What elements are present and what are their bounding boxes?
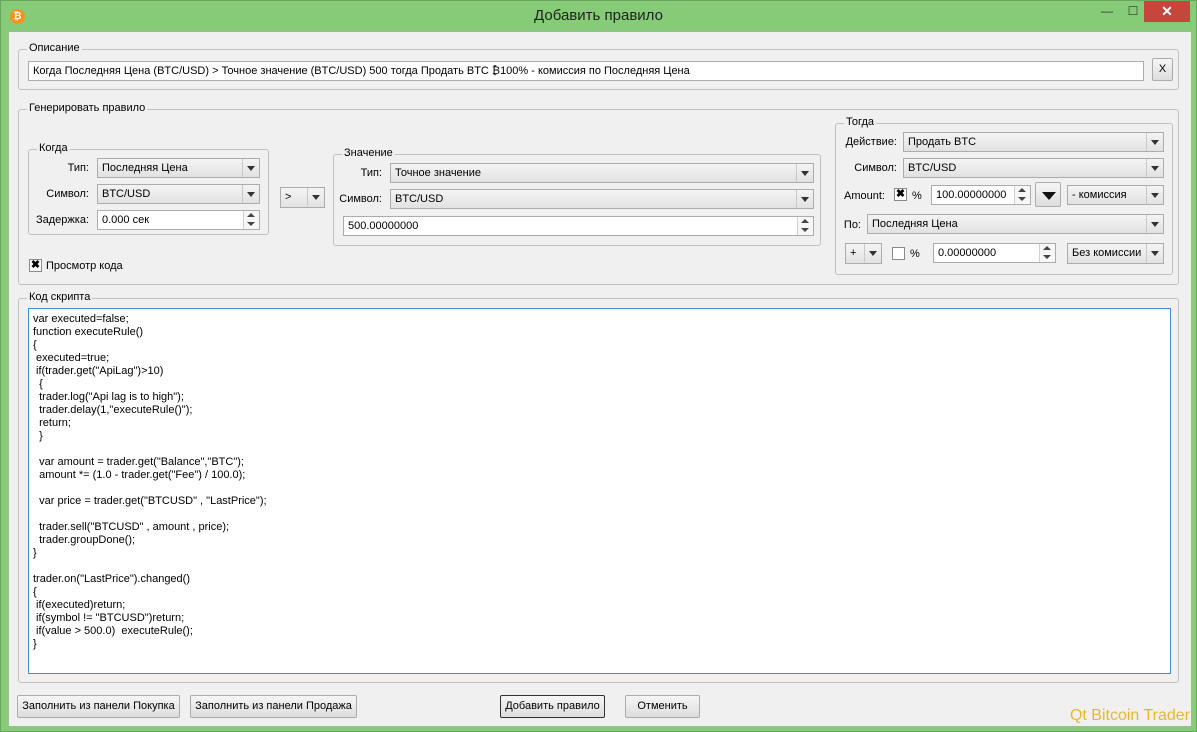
offset-percent-checkbox[interactable] <box>892 247 905 260</box>
title-bar: ₿ Добавить правило — ☐ ✕ <box>1 1 1196 31</box>
spin-arrows-icon[interactable] <box>1039 244 1055 262</box>
value-amount-spinbox[interactable]: 500.00000000 <box>343 216 814 236</box>
value-amount-value: 500.00000000 <box>348 220 419 232</box>
value-group-label: Значение <box>342 147 395 159</box>
value-group: Значение Тип: Точное значение Символ: BT… <box>333 147 821 246</box>
generate-rule-group: Генерировать правило Когда Тип: Последня… <box>18 102 1179 285</box>
fee-mode-select[interactable]: - комиссия <box>1067 185 1164 205</box>
spin-arrows-icon[interactable] <box>1014 186 1030 204</box>
when-symbol-label: Символ: <box>46 188 89 200</box>
chevron-down-icon <box>1146 159 1163 177</box>
when-symbol-value: BTC/USD <box>102 188 151 200</box>
then-symbol-label: Символ: <box>854 162 897 174</box>
offset-sign-value: + <box>850 247 857 259</box>
value-symbol-label: Символ: <box>339 193 382 205</box>
description-group: Описание Когда Последняя Цена (BTC/USD) … <box>18 42 1179 90</box>
generate-rule-group-label: Генерировать правило <box>27 102 148 114</box>
then-by-label: По: <box>843 219 861 231</box>
operator-value: > <box>285 191 292 203</box>
when-delay-label: Задержка: <box>35 214 89 226</box>
chevron-down-icon <box>1146 215 1163 233</box>
when-delay-spinbox[interactable]: 0.000 сек <box>97 210 260 230</box>
description-group-label: Описание <box>27 42 82 54</box>
then-symbol-value: BTC/USD <box>908 162 957 174</box>
chevron-down-icon <box>1146 133 1163 151</box>
maximize-button[interactable]: ☐ <box>1120 1 1146 22</box>
chevron-down-icon <box>242 159 259 177</box>
value-type-label: Тип: <box>360 167 382 179</box>
offset-percent-sign: % <box>910 248 920 260</box>
spin-arrows-icon[interactable] <box>797 217 813 235</box>
description-field[interactable]: Когда Последняя Цена (BTC/USD) > Точное … <box>28 61 1144 81</box>
when-symbol-select[interactable]: BTC/USD <box>97 184 260 204</box>
fill-from-sell-panel-button[interactable]: Заполнить из панели Продажа <box>190 695 357 718</box>
clear-description-button[interactable]: X <box>1152 58 1173 81</box>
script-code-group-label: Код скрипта <box>27 291 93 303</box>
then-action-value: Продать BTC <box>908 136 977 148</box>
then-action-label: Действие: <box>845 136 897 148</box>
qt-bitcoin-trader-logo: Qt Bitcoin Trader <box>1069 707 1190 724</box>
script-code-editor[interactable]: var executed=false; function executeRule… <box>28 308 1171 674</box>
minimize-button[interactable]: — <box>1094 1 1120 22</box>
amount-percent-checkbox[interactable]: ✖ <box>894 188 907 201</box>
dialog-window: ₿ Добавить правило — ☐ ✕ Описание Когда … <box>0 0 1197 732</box>
preview-code-checkbox[interactable]: ✖ <box>29 259 42 272</box>
operator-select[interactable]: > <box>280 187 325 208</box>
when-type-select[interactable]: Последняя Цена <box>97 158 260 178</box>
preview-code-label: Просмотр кода <box>46 260 123 272</box>
chevron-down-icon <box>796 190 813 208</box>
value-symbol-select[interactable]: BTC/USD <box>390 189 814 209</box>
then-amount-spinbox[interactable]: 100.00000000 <box>931 185 1031 205</box>
chevron-down-icon <box>307 188 324 206</box>
offset-sign-select[interactable]: + <box>845 243 882 264</box>
spin-arrows-icon[interactable] <box>243 211 259 229</box>
price-offset-spinbox[interactable]: 0.00000000 <box>933 243 1056 263</box>
amount-percent-sign: % <box>912 190 922 202</box>
when-group: Когда Тип: Последняя Цена Символ: BTC/US… <box>28 142 269 235</box>
chevron-down-icon <box>864 244 881 262</box>
chevron-down-icon <box>1146 244 1163 262</box>
then-action-select[interactable]: Продать BTC <box>903 132 1164 152</box>
fee-value: Без комиссии <box>1072 247 1142 259</box>
dialog-client-area: Описание Когда Последняя Цена (BTC/USD) … <box>8 31 1192 727</box>
close-button[interactable]: ✕ <box>1144 1 1190 22</box>
fee-select[interactable]: Без комиссии <box>1067 243 1164 264</box>
chevron-down-icon <box>242 185 259 203</box>
value-type-value: Точное значение <box>395 167 482 179</box>
then-amount-label: Amount: <box>844 190 885 202</box>
when-type-label: Тип: <box>67 162 89 174</box>
fill-from-buy-panel-button[interactable]: Заполнить из панели Покупка <box>17 695 180 718</box>
then-by-select[interactable]: Последняя Цена <box>867 214 1164 234</box>
value-symbol-value: BTC/USD <box>395 193 444 205</box>
triangle-down-icon <box>1042 192 1056 200</box>
price-offset-value: 0.00000000 <box>938 247 997 259</box>
then-group: Тогда Действие: Продать BTC Символ: BTC/… <box>835 116 1173 275</box>
when-type-value: Последняя Цена <box>102 162 188 174</box>
value-type-select[interactable]: Точное значение <box>390 163 814 183</box>
then-symbol-select[interactable]: BTC/USD <box>903 158 1164 178</box>
amount-direction-button[interactable] <box>1035 182 1061 207</box>
then-amount-value: 100.00000000 <box>936 189 1007 201</box>
when-group-label: Когда <box>37 142 70 154</box>
cancel-button[interactable]: Отменить <box>625 695 700 718</box>
then-by-value: Последняя Цена <box>872 218 958 230</box>
then-group-label: Тогда <box>844 116 877 128</box>
when-delay-value: 0.000 сек <box>102 214 150 226</box>
window-title: Добавить правило <box>534 7 663 24</box>
chevron-down-icon <box>1146 186 1163 204</box>
add-rule-button[interactable]: Добавить правило <box>500 695 605 718</box>
fee-mode-value: - комиссия <box>1072 189 1127 201</box>
chevron-down-icon <box>796 164 813 182</box>
